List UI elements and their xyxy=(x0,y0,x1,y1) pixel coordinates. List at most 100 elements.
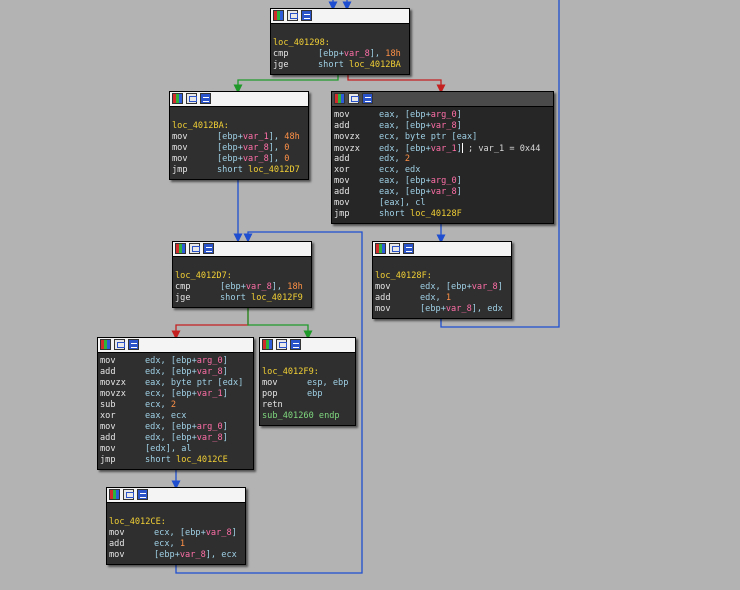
asm-line[interactable]: mov [ebp+var_8], 0 xyxy=(172,143,306,154)
node-list-icon[interactable] xyxy=(203,243,214,254)
asm-line[interactable]: mov edx, [ebp+var_8] xyxy=(375,282,509,293)
node-block-second-loop[interactable]: mov edx, [ebp+arg_0] add edx, [ebp+var_8] mo… xyxy=(97,337,254,470)
node-header[interactable] xyxy=(260,338,355,353)
node-header[interactable] xyxy=(98,338,253,353)
asm-line[interactable]: add edx, [ebp+var_8] xyxy=(100,367,251,378)
node-list-icon[interactable] xyxy=(362,93,373,104)
node-401298[interactable]: loc_401298: cmp [ebp+var_8], 18h jge short l… xyxy=(270,8,410,75)
asm-line[interactable]: mov edx, [ebp+arg_0] xyxy=(100,356,251,367)
asm-line[interactable]: mov [edx], al xyxy=(100,444,251,455)
node-4012CE[interactable]: loc_4012CE: mov ecx, [ebp+var_8] add ecx, 1m… xyxy=(106,487,246,565)
asm-line[interactable]: retn xyxy=(262,400,353,411)
asm-line[interactable]: mov [ebp+var_8], 0 xyxy=(172,154,306,165)
node-color-icon[interactable] xyxy=(273,10,284,21)
asm-line[interactable]: cmp [ebp+var_8], 18h xyxy=(273,49,407,60)
asm-line[interactable]: add eax, [ebp+var_8] xyxy=(334,187,551,198)
node-graph-icon[interactable] xyxy=(389,243,400,254)
asm-line[interactable]: mov ecx, [ebp+var_8] xyxy=(109,528,243,539)
node-list-icon[interactable] xyxy=(301,10,312,21)
node-header[interactable] xyxy=(170,92,308,107)
asm-token: edx, [ebp+ xyxy=(379,144,431,154)
asm-line[interactable]: mov eax, [ebp+arg_0] xyxy=(334,176,551,187)
asm-line[interactable]: add edx, 1 xyxy=(375,293,509,304)
asm-token: ] xyxy=(222,389,228,399)
node-color-icon[interactable] xyxy=(109,489,120,500)
asm-line[interactable]: loc_40128F: xyxy=(375,271,509,282)
node-list-icon[interactable] xyxy=(200,93,211,104)
asm-line[interactable]: movzx ecx, [ebp+var_1] xyxy=(100,389,251,400)
asm-line[interactable]: jge short loc_4012F9 xyxy=(175,293,309,304)
node-graph-icon[interactable] xyxy=(276,339,287,350)
node-list-icon[interactable] xyxy=(403,243,414,254)
asm-line[interactable]: add eax, [ebp+var_8] xyxy=(334,121,551,132)
node-block-loop-body[interactable]: mov eax, [ebp+arg_0] add eax, [ebp+var_8] mo… xyxy=(331,91,554,224)
node-header[interactable] xyxy=(332,92,553,107)
asm-line[interactable]: xor ecx, edx xyxy=(334,165,551,176)
node-header[interactable] xyxy=(271,9,409,24)
asm-line[interactable]: movzx edx, [ebp+var_1] ; var_1 = 0x44 xyxy=(334,143,551,154)
asm-token: add xyxy=(109,539,125,549)
node-4012BA[interactable]: loc_4012BA: mov [ebp+var_1], 48h mov [ebp+va… xyxy=(169,91,309,180)
node-graph-icon[interactable] xyxy=(123,489,134,500)
node-list-icon[interactable] xyxy=(290,339,301,350)
asm-token: eax, ecx xyxy=(145,411,187,421)
asm-token: 2 xyxy=(170,400,177,410)
node-header[interactable] xyxy=(373,242,511,257)
asm-line[interactable]: add edx, 2 xyxy=(334,154,551,165)
node-color-icon[interactable] xyxy=(100,339,111,350)
asm-line[interactable]: add edx, [ebp+var_8] xyxy=(100,433,251,444)
asm-line[interactable]: movzx eax, byte ptr [edx] xyxy=(100,378,251,389)
asm-line[interactable]: mov [ebp+var_8], ecx xyxy=(109,550,243,561)
asm-token: var_8 xyxy=(196,433,223,443)
asm-token: sub xyxy=(100,400,116,410)
asm-line[interactable]: mov eax, [ebp+arg_0] xyxy=(334,110,551,121)
asm-line[interactable]: xor eax, ecx xyxy=(100,411,251,422)
node-color-icon[interactable] xyxy=(175,243,186,254)
asm-token: 18h xyxy=(385,49,401,59)
node-graph-icon[interactable] xyxy=(287,10,298,21)
asm-token: mov xyxy=(172,154,188,164)
asm-line[interactable]: jmp short loc_4012D7 xyxy=(172,165,306,176)
asm-line[interactable]: sub ecx, 2 xyxy=(100,400,251,411)
asm-line[interactable]: loc_4012F9: xyxy=(262,367,353,378)
node-4012F9[interactable]: loc_4012F9: mov esp, ebp pop ebp retn sub_4012… xyxy=(259,337,356,426)
asm-token: add xyxy=(334,121,350,131)
node-graph-icon[interactable] xyxy=(114,339,125,350)
asm-line[interactable]: jge short loc_4012BA xyxy=(273,60,407,71)
asm-line[interactable]: loc_4012CE: xyxy=(109,517,243,528)
asm-line[interactable]: mov esp, ebp xyxy=(262,378,353,389)
node-color-icon[interactable] xyxy=(334,93,345,104)
node-40128F[interactable]: loc_40128F: mov edx, [ebp+var_8] add edx, 1m… xyxy=(372,241,512,319)
node-color-icon[interactable] xyxy=(172,93,183,104)
node-graph-icon[interactable] xyxy=(189,243,200,254)
asm-line[interactable]: loc_401298: xyxy=(273,38,407,49)
node-body: mov eax, [ebp+arg_0] add eax, [ebp+var_8] mo… xyxy=(332,107,553,223)
asm-token: [ebp+ xyxy=(217,132,243,142)
asm-token: var_1 xyxy=(196,389,223,399)
node-list-icon[interactable] xyxy=(137,489,148,500)
node-graph-icon[interactable] xyxy=(186,93,197,104)
asm-token: mov xyxy=(172,143,188,153)
node-color-icon[interactable] xyxy=(262,339,273,350)
node-list-icon[interactable] xyxy=(128,339,139,350)
asm-line[interactable]: mov [ebp+var_8], edx xyxy=(375,304,509,315)
node-header[interactable] xyxy=(173,242,311,257)
asm-line[interactable]: mov [ebp+var_1], 48h xyxy=(172,132,306,143)
asm-line[interactable]: mov [eax], cl xyxy=(334,198,551,209)
asm-line[interactable]: loc_4012D7: xyxy=(175,271,309,282)
asm-line[interactable]: cmp [ebp+var_8], 18h xyxy=(175,282,309,293)
asm-line[interactable]: mov edx, [ebp+arg_0] xyxy=(100,422,251,433)
node-4012D7[interactable]: loc_4012D7: cmp [ebp+var_8], 18h jge short l… xyxy=(172,241,312,308)
node-header[interactable] xyxy=(107,488,245,503)
asm-line[interactable]: jmp short loc_4012CE xyxy=(100,455,251,466)
asm-token: sub_401260 endp xyxy=(262,411,340,421)
node-graph-icon[interactable] xyxy=(348,93,359,104)
asm-line[interactable]: pop ebp xyxy=(262,389,353,400)
asm-line[interactable]: jmp short loc_40128F xyxy=(334,209,551,220)
asm-line[interactable]: sub_401260 endp xyxy=(262,411,353,422)
asm-line[interactable]: add ecx, 1 xyxy=(109,539,243,550)
asm-token: loc_40128F xyxy=(410,209,462,219)
asm-line[interactable]: movzx ecx, byte ptr [eax] xyxy=(334,132,551,143)
asm-line[interactable]: loc_4012BA: xyxy=(172,121,306,132)
node-color-icon[interactable] xyxy=(375,243,386,254)
